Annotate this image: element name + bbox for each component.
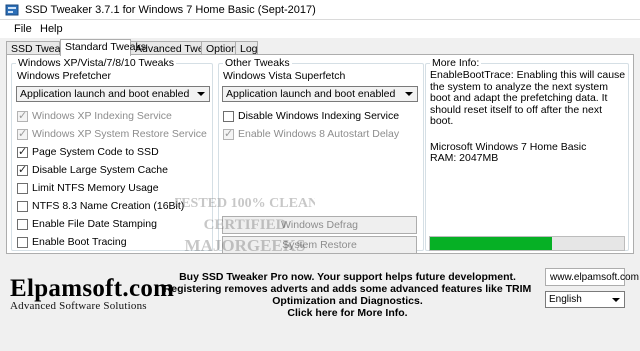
checkbox-box xyxy=(17,237,28,248)
checkmark-icon: ✓ xyxy=(224,128,234,140)
progress-bar xyxy=(429,236,625,251)
chevron-down-icon xyxy=(405,92,413,96)
more-info-title: More Info: xyxy=(430,57,482,69)
checkbox-label: Enable Windows 8 Autostart Delay xyxy=(238,128,400,140)
promo-line-2: Registering removes adverts and adds som… xyxy=(163,283,532,307)
prefetcher-label: Windows Prefetcher xyxy=(17,70,111,82)
superfetch-select[interactable]: Application launch and boot enabled xyxy=(222,86,418,102)
brand-name: Elpamsoft.com xyxy=(10,275,175,302)
more-info-group: More Info: EnableBootTrace: Enabling thi… xyxy=(425,57,629,251)
other-tweaks-group: Other Tweaks Windows Vista Superfetch Ap… xyxy=(218,57,424,254)
promo-line-3: Click here for More Info. xyxy=(287,307,408,319)
checkbox-label: Windows XP Indexing Service xyxy=(32,110,172,122)
checkmark-icon: ✓ xyxy=(18,128,28,140)
other-tweaks-title: Other Tweaks xyxy=(223,57,292,69)
checkbox-box: ✓ xyxy=(17,110,28,122)
checkmark-icon: ✓ xyxy=(18,164,28,176)
chevron-down-icon xyxy=(197,92,205,96)
checkmark-icon: ✓ xyxy=(18,146,28,158)
progress-fill xyxy=(430,237,553,250)
checkbox-box xyxy=(17,201,28,212)
checkmark-icon: ✓ xyxy=(18,110,28,122)
checkbox-label: Disable Large System Cache xyxy=(32,164,168,176)
menu-bar: File Help xyxy=(0,20,640,38)
prefetcher-select-value: Application launch and boot enabled xyxy=(20,88,190,100)
tab-panel-standard-tweaks: Windows XP/Vista/7/8/10 Tweaks Windows P… xyxy=(6,54,634,255)
checkbox-box: ✓ xyxy=(17,164,28,176)
checkbox-label: Limit NTFS Memory Usage xyxy=(32,182,159,194)
website-button[interactable]: www.elpamsoft.com xyxy=(545,268,639,286)
checkbox-box xyxy=(223,111,234,122)
ram-amount: RAM: 2047MB xyxy=(430,152,499,164)
title-bar: SSD Tweaker 3.7.1 for Windows 7 Home Bas… xyxy=(0,0,640,20)
windows-defrag-button[interactable]: Windows Defrag xyxy=(222,216,417,234)
checkbox-label: Disable Windows Indexing Service xyxy=(238,110,400,122)
checkbox-label: Windows XP System Restore Service xyxy=(32,128,207,140)
elpamsoft-logo[interactable]: Elpamsoft.com Advanced Software Solution… xyxy=(10,275,174,312)
app-icon xyxy=(5,4,19,16)
info-description: EnableBootTrace: Enabling this will caus… xyxy=(430,69,626,127)
prefetcher-select[interactable]: Application launch and boot enabled xyxy=(16,86,210,102)
checkbox-box xyxy=(17,183,28,194)
menu-help[interactable]: Help xyxy=(40,23,63,35)
chevron-down-icon xyxy=(612,298,620,302)
checkbox-label: Enable File Date Stamping xyxy=(32,218,157,230)
promo-line-1: Buy SSD Tweaker Pro now. Your support he… xyxy=(179,271,516,283)
menu-file[interactable]: File xyxy=(14,23,32,35)
checkbox-box xyxy=(17,219,28,230)
language-select[interactable]: English xyxy=(545,291,625,308)
checkbox-box: ✓ xyxy=(17,128,28,140)
checkbox-label: NTFS 8.3 Name Creation (16Bit) xyxy=(32,200,185,212)
tab-options[interactable]: Options xyxy=(201,41,242,55)
windows-tweaks-title: Windows XP/Vista/7/8/10 Tweaks xyxy=(16,57,177,69)
checkbox-label: Enable Boot Tracing xyxy=(32,236,127,248)
superfetch-select-value: Application launch and boot enabled xyxy=(226,88,396,100)
checkbox-box: ✓ xyxy=(223,128,234,140)
superfetch-label: Windows Vista Superfetch xyxy=(223,70,346,82)
tab-ssd-tweaker[interactable]: SSD Tweaker xyxy=(6,41,75,55)
language-value: English xyxy=(549,294,582,305)
tab-log[interactable]: Log xyxy=(235,41,258,55)
window-title: SSD Tweaker 3.7.1 for Windows 7 Home Bas… xyxy=(25,4,316,16)
checkbox-box: ✓ xyxy=(17,146,28,158)
tab-standard-tweaks[interactable]: Standard Tweaks xyxy=(60,39,146,56)
checkbox-label: Page System Code to SSD xyxy=(32,146,159,158)
promo-link[interactable]: Buy SSD Tweaker Pro now. Your support he… xyxy=(160,271,535,319)
system-restore-button[interactable]: System Restore xyxy=(222,236,417,254)
windows-tweaks-group: Windows XP/Vista/7/8/10 Tweaks Windows P… xyxy=(11,57,213,251)
footer: Elpamsoft.com Advanced Software Solution… xyxy=(0,262,640,351)
